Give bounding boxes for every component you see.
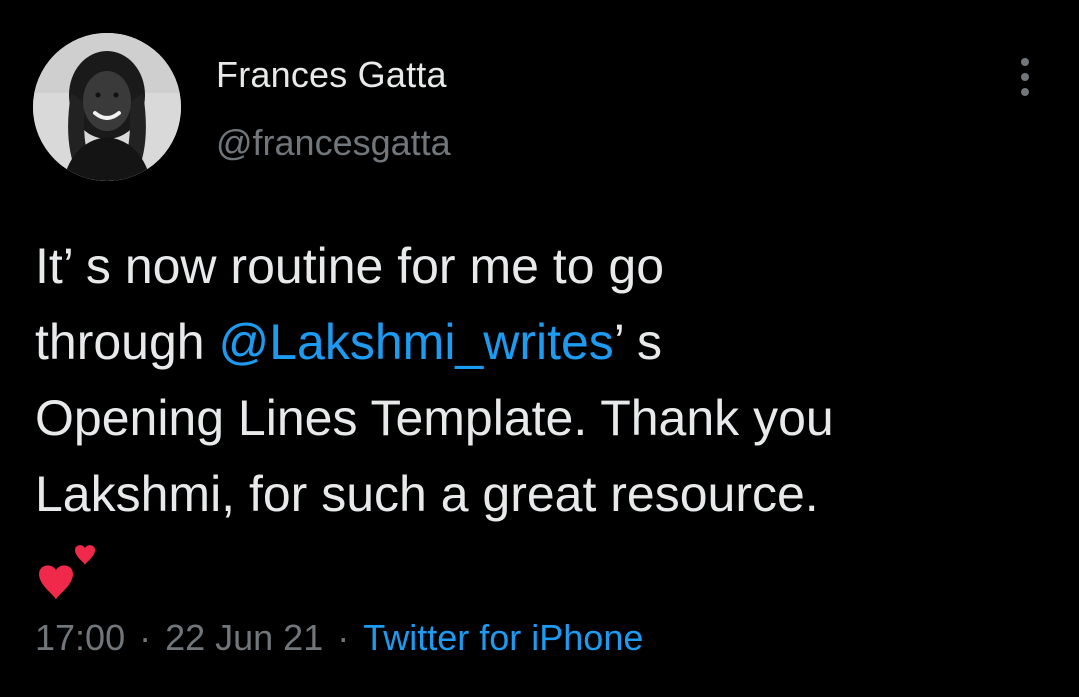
tweet-line [35, 532, 1065, 608]
tweet-line: through @Lakshmi_writes’ s [35, 304, 1065, 380]
separator-dot: · [139, 617, 152, 658]
avatar[interactable] [33, 33, 181, 181]
tweet-text-fragment: through [35, 314, 219, 370]
tweet-source-link[interactable]: Twitter for iPhone [363, 617, 643, 658]
tweet-line: Lakshmi, for such a great resource. [35, 466, 819, 522]
more-options-button[interactable] [1008, 58, 1042, 96]
tweet-date: 22 Jun 21 [165, 617, 324, 658]
tweet-meta: 17:00 · 22 Jun 21 · Twitter for iPhone [35, 617, 643, 659]
tweet-text-fragment: ’ s [613, 314, 662, 370]
tweet-time: 17:00 [35, 617, 126, 658]
mention-link[interactable]: @Lakshmi_writes [218, 314, 613, 370]
separator-dot: · [337, 617, 350, 658]
tweet-line: It’ s now routine for me to go [35, 238, 665, 294]
tweet-text: It’ s now routine for me to go through @… [35, 228, 1065, 608]
more-vertical-icon-dot [1021, 88, 1029, 96]
tweet-line: Opening Lines Template. Thank you [35, 390, 834, 446]
more-vertical-icon-dot [1021, 73, 1029, 81]
avatar-photo [33, 33, 181, 181]
more-vertical-icon [1021, 58, 1029, 66]
display-name[interactable]: Frances Gatta [216, 54, 447, 96]
two-hearts-emoji [35, 544, 101, 604]
user-handle[interactable]: @francesgatta [216, 122, 451, 164]
tweet-card: Frances Gatta @francesgatta It’ s now ro… [0, 0, 1079, 697]
